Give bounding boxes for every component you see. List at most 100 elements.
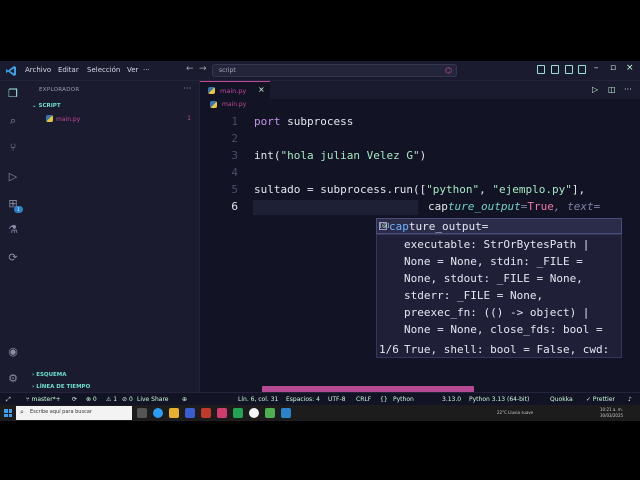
- chrome-icon[interactable]: [249, 408, 259, 418]
- command-center-search[interactable]: script ⌬: [212, 64, 457, 77]
- settings-gear-icon[interactable]: ⚙: [6, 372, 20, 386]
- back-arrow-icon[interactable]: ←: [186, 64, 194, 74]
- accounts-icon[interactable]: ◉: [6, 345, 20, 359]
- toggle-sidebar-icon[interactable]: [551, 65, 559, 74]
- live-share-status[interactable]: Live Share: [137, 396, 168, 403]
- branch-status[interactable]: ⑂ master*+: [26, 396, 61, 403]
- file-main-py-label: main.py: [56, 116, 81, 123]
- timeline-label: LÍNEA DE TIEMPO: [36, 384, 91, 390]
- search-icon[interactable]: ⌕: [6, 114, 20, 128]
- python-file-icon: [210, 101, 217, 108]
- app-icon[interactable]: [233, 408, 243, 418]
- python-interpreter[interactable]: Python 3.13 (64-bit): [469, 396, 529, 403]
- task-view-icon[interactable]: [137, 408, 147, 418]
- run-debug-icon[interactable]: ▷: [6, 170, 20, 184]
- breadcrumb-file[interactable]: main.py: [222, 101, 246, 108]
- signature-line: None = None, stdin: _FILE =: [404, 255, 583, 268]
- line-number: 6: [231, 200, 238, 213]
- code-line: sultado = subprocess.run(["python", "eje…: [254, 183, 585, 196]
- suggest-widget-item[interactable]: [@] capture_output=: [376, 218, 622, 234]
- language-mode[interactable]: Python: [393, 396, 414, 403]
- indentation[interactable]: Espacios: 4: [286, 396, 320, 403]
- tab-main-py[interactable]: main.py ×: [200, 81, 270, 99]
- layout-panel-icon[interactable]: [537, 65, 545, 74]
- toggle-panel-icon[interactable]: [565, 65, 573, 74]
- signature-line: None = None, close_fds: bool =: [404, 323, 603, 336]
- run-python-icon[interactable]: ▷: [592, 85, 598, 94]
- errors-status[interactable]: ⊗ 0: [86, 396, 97, 403]
- code-line: port subprocess: [254, 115, 353, 128]
- title-bar: Archivo Editar Selección Ver ··· ← → scr…: [0, 61, 640, 81]
- weather-status[interactable]: 22°C Lluvia suave: [497, 410, 533, 415]
- app-icon[interactable]: [217, 408, 227, 418]
- braces-icon[interactable]: {}: [380, 396, 388, 403]
- file-explorer-icon[interactable]: [169, 408, 179, 418]
- file-problem-count: 1: [187, 115, 191, 122]
- editor-more-icon[interactable]: ···: [624, 85, 632, 94]
- edge-icon[interactable]: [153, 408, 163, 418]
- signature-line: True, shell: bool = False, cwd:: [404, 343, 610, 356]
- cursor-position[interactable]: Lín. 6, col. 31: [238, 396, 278, 403]
- notifications-bell-icon[interactable]: ♪: [628, 396, 632, 403]
- branch-label: master*+: [31, 396, 61, 403]
- testing-icon[interactable]: ⚗: [6, 223, 20, 237]
- forward-arrow-icon[interactable]: →: [199, 64, 207, 74]
- outline-section[interactable]: › ESQUEMA: [32, 372, 67, 378]
- file-main-py[interactable]: main.py: [46, 115, 80, 123]
- menu-seleccion[interactable]: Selección: [87, 66, 120, 74]
- maximize-icon[interactable]: ▫: [610, 63, 616, 73]
- signature-overload-count[interactable]: 1/6: [379, 343, 399, 356]
- screen: Archivo Editar Selección Ver ··· ← → scr…: [0, 0, 640, 480]
- close-window-icon[interactable]: ×: [626, 63, 634, 73]
- menu-more[interactable]: ···: [143, 66, 150, 74]
- timeline-section[interactable]: › LÍNEA DE TIEMPO: [32, 384, 90, 390]
- python-file-icon: [208, 87, 215, 94]
- taskbar-search[interactable]: ⌕ Escribe aquí para buscar: [16, 406, 132, 420]
- line-number: 4: [231, 166, 238, 179]
- store-icon[interactable]: [185, 408, 195, 418]
- signature-line: executable: StrOrBytesPath |: [404, 238, 590, 251]
- split-editor-icon[interactable]: ◫: [608, 85, 616, 94]
- ports-status[interactable]: ⊘ 0: [122, 396, 133, 403]
- remote-explorer-icon[interactable]: ⟳: [6, 251, 20, 265]
- menu-editar[interactable]: Editar: [58, 66, 79, 74]
- sync-icon[interactable]: ⟳: [72, 396, 77, 403]
- editor-tab-bar: main.py × ▷ ◫ ···: [200, 81, 640, 99]
- line-ending[interactable]: CRLF: [356, 396, 371, 403]
- explorer-icon[interactable]: ❐: [6, 87, 20, 101]
- folder-script[interactable]: ⌄ SCRIPT: [32, 103, 61, 109]
- code-line: int("hola julian Velez G"): [254, 149, 426, 162]
- encoding[interactable]: UTF-8: [328, 396, 346, 403]
- zoom-icon[interactable]: ⊕: [182, 396, 187, 403]
- clock-time[interactable]: 10:21 a. m.: [600, 407, 623, 412]
- quokka-status[interactable]: Quokka: [550, 396, 573, 403]
- remote-indicator-icon[interactable]: ⤢: [6, 396, 11, 404]
- office-icon[interactable]: [201, 408, 211, 418]
- tab-label: main.py: [220, 87, 247, 95]
- vscode-logo-icon[interactable]: [5, 65, 17, 77]
- folder-script-label: SCRIPT: [38, 103, 61, 109]
- app-icon[interactable]: [265, 408, 275, 418]
- suggest-match: cap: [389, 220, 409, 233]
- python-version[interactable]: 3.13.0: [442, 396, 461, 403]
- line-number: 1: [231, 115, 238, 128]
- explorer-more-icon[interactable]: ···: [183, 84, 191, 93]
- code-token: port: [254, 115, 281, 128]
- signature-line: stderr: _FILE = None,: [404, 289, 544, 302]
- toggle-secondary-sidebar-icon[interactable]: [578, 65, 586, 74]
- copilot-icon[interactable]: ⌬: [445, 66, 452, 75]
- tab-close-icon[interactable]: ×: [258, 85, 265, 94]
- windows-taskbar: ⌕ Escribe aquí para buscar 22°C Lluvia s…: [0, 405, 640, 421]
- vscode-taskbar-icon[interactable]: [281, 408, 291, 418]
- prettier-status[interactable]: ✓ Prettier: [586, 396, 615, 403]
- clock-date[interactable]: 30/03/2025: [600, 413, 623, 418]
- menu-archivo[interactable]: Archivo: [25, 66, 51, 74]
- windows-start-icon[interactable]: [4, 409, 12, 417]
- code-token: ): [419, 149, 427, 162]
- minimize-icon[interactable]: –: [594, 63, 599, 73]
- menu-ver[interactable]: Ver: [127, 66, 138, 74]
- code-token: cap: [428, 200, 448, 213]
- warnings-status[interactable]: ⚠ 1: [106, 396, 117, 403]
- source-control-icon[interactable]: ⑂: [6, 141, 20, 155]
- explorer-title: EXPLORADOR: [39, 87, 80, 93]
